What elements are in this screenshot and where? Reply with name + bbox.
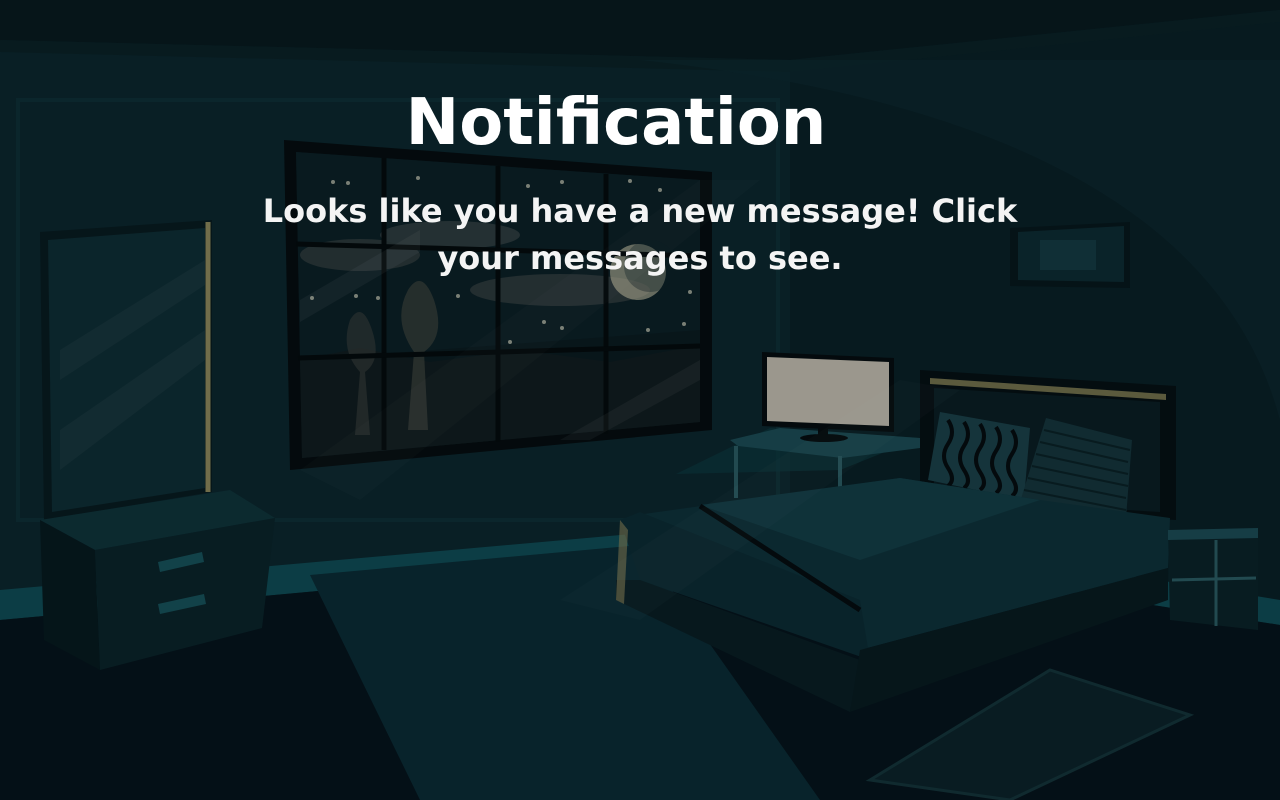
notification-title: Notification — [405, 86, 827, 160]
notification-message: Looks like you have a new message! Click… — [262, 192, 1018, 277]
